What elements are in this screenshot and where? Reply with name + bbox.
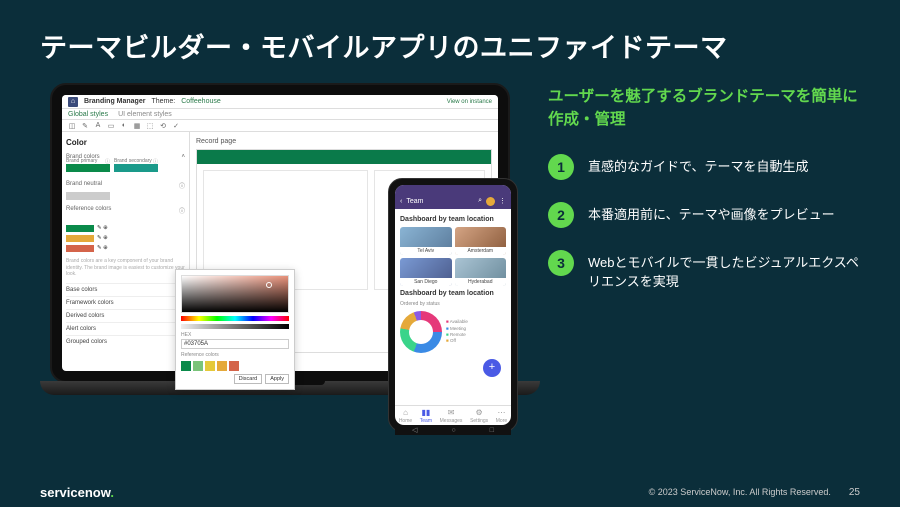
- lead-text: ユーザーを魅了するブランドテーマを簡単に作成・管理: [548, 85, 860, 132]
- servicenow-logo: servicenow.: [40, 485, 114, 500]
- menu-icon[interactable]: ⋮: [499, 197, 506, 205]
- bm-titlebar: ⌂ Branding Manager Theme: Coffeehouse Vi…: [62, 95, 498, 109]
- tool-icon[interactable]: ▦: [133, 122, 141, 130]
- avatar[interactable]: [486, 197, 495, 206]
- copyright: © 2023 ServiceNow, Inc. All Rights Reser…: [649, 487, 831, 497]
- hex-label: HEX: [181, 332, 289, 338]
- discard-button[interactable]: Discard: [234, 374, 263, 384]
- dashboard-heading-2: Dashboard by team location: [400, 290, 506, 297]
- chevron-up-icon[interactable]: ˄: [181, 154, 185, 160]
- fab-button[interactable]: +: [483, 359, 501, 377]
- palette-swatch[interactable]: [181, 361, 191, 371]
- bm-tabs: Global styles UI element styles: [62, 109, 498, 120]
- toolbar: ◫ ✎ A ▭ ◐ ▦ ⬚ ⟲ ✓: [62, 120, 498, 132]
- ref-swatch[interactable]: ✎ ⊕: [66, 243, 185, 253]
- phone-appbar: ‹ Team ⌕ ⋮: [395, 193, 511, 209]
- info-icon[interactable]: ⓘ: [179, 181, 185, 190]
- slide-title: テーマビルダー・モバイルアプリのユニファイドテーマ: [0, 0, 900, 65]
- tab-ui-element[interactable]: UI element styles: [118, 111, 172, 118]
- ref-swatch[interactable]: ✎ ⊕: [66, 223, 185, 233]
- point-text: Webとモバイルで一貫したビジュアルエクスペリエンスを実現: [588, 250, 860, 292]
- color-panel: Color Brand colors˄ Brand primaryⓘ Brand…: [62, 132, 190, 371]
- donut-chart: [400, 311, 442, 353]
- hue-slider[interactable]: [181, 316, 289, 321]
- cat-alert[interactable]: Alert colors˅: [66, 322, 185, 335]
- theme-value[interactable]: Coffeehouse: [181, 98, 221, 105]
- tool-icon[interactable]: A: [94, 122, 102, 129]
- panel-title: Color: [66, 138, 185, 147]
- point-text: 本番適用前に、テーマや画像をプレビュー: [588, 202, 835, 225]
- swatch-primary[interactable]: Brand primaryⓘ: [66, 164, 110, 175]
- preview-title: Record page: [196, 138, 492, 145]
- info-icon[interactable]: ⓘ: [179, 206, 185, 215]
- refcolors-label: Reference colors: [181, 352, 289, 358]
- location-card[interactable]: Tel Aviv: [400, 227, 452, 255]
- point-2: 2 本番適用前に、テーマや画像をプレビュー: [548, 202, 860, 228]
- nav-more[interactable]: ⋯More: [496, 408, 507, 424]
- android-recent[interactable]: □: [490, 427, 494, 434]
- ref-swatch[interactable]: ✎ ⊕: [66, 233, 185, 243]
- palette: [181, 361, 289, 371]
- cat-base[interactable]: Base colors˅: [66, 283, 185, 296]
- theme-label: Theme:: [151, 98, 175, 105]
- tool-icon[interactable]: ✎: [81, 122, 89, 130]
- ref-colors-label: Reference colors: [66, 206, 111, 215]
- point-text: 直感的なガイドで、テーマを自動生成: [588, 154, 808, 177]
- tab-global[interactable]: Global styles: [68, 111, 108, 118]
- home-icon[interactable]: ⌂: [68, 97, 78, 107]
- tool-icon[interactable]: ⬚: [146, 122, 154, 130]
- alpha-slider[interactable]: [181, 324, 289, 329]
- right-column: ユーザーを魅了するブランドテーマを簡単に作成・管理 1 直感的なガイドで、テーマを…: [548, 83, 860, 403]
- point-3: 3 Webとモバイルで一貫したビジュアルエクスペリエンスを実現: [548, 250, 860, 292]
- android-home[interactable]: ○: [451, 427, 455, 434]
- color-picker-popover: HEX #03705A Reference colors Discard App…: [175, 269, 295, 390]
- page-number: 25: [849, 487, 860, 498]
- app-name: Branding Manager: [84, 98, 145, 105]
- cat-framework[interactable]: Framework colors˅: [66, 296, 185, 309]
- neutral-label: Brand neutral: [66, 181, 102, 190]
- nav-messages[interactable]: ✉Messages: [440, 408, 463, 424]
- cat-grouped[interactable]: Grouped colors˅: [66, 335, 185, 348]
- point-number: 3: [548, 250, 574, 276]
- location-card[interactable]: San Diego: [400, 258, 452, 286]
- swatch-neutral[interactable]: [66, 192, 110, 200]
- point-number: 1: [548, 154, 574, 180]
- tool-icon[interactable]: ◫: [68, 122, 76, 130]
- tool-icon[interactable]: ▭: [107, 122, 115, 130]
- color-gradient[interactable]: [181, 275, 289, 313]
- nav-settings[interactable]: ⚙Settings: [470, 408, 488, 424]
- point-1: 1 直感的なガイドで、テーマを自動生成: [548, 154, 860, 180]
- phone-title: Team: [406, 198, 423, 205]
- chart-legend: Available Meeting Remote Off: [446, 319, 468, 344]
- tool-icon[interactable]: ⟲: [159, 122, 167, 130]
- location-card[interactable]: Hyderabad: [455, 258, 507, 286]
- panel-description: Brand colors are a key component of your…: [66, 258, 185, 278]
- palette-swatch[interactable]: [229, 361, 239, 371]
- point-number: 2: [548, 202, 574, 228]
- tool-icon[interactable]: ✓: [172, 122, 180, 130]
- nav-team[interactable]: ▮▮Team: [420, 408, 432, 424]
- bottom-nav: ⌂Home ▮▮Team ✉Messages ⚙Settings ⋯More: [395, 405, 511, 425]
- phone-mockup: ‹ Team ⌕ ⋮ Dashboard by team location Tel…: [388, 178, 518, 432]
- hex-input[interactable]: #03705A: [181, 339, 289, 349]
- location-card[interactable]: Amsterdam: [455, 227, 507, 255]
- dashboard-sub: Ordered by status: [400, 301, 506, 307]
- palette-swatch[interactable]: [193, 361, 203, 371]
- nav-home[interactable]: ⌂Home: [399, 408, 412, 424]
- dashboard-heading: Dashboard by team location: [400, 216, 506, 223]
- palette-swatch[interactable]: [205, 361, 215, 371]
- swatch-secondary[interactable]: Brand secondaryⓘ: [114, 164, 158, 175]
- back-icon[interactable]: ‹: [400, 198, 402, 205]
- search-icon[interactable]: ⌕: [478, 197, 482, 205]
- view-instance-link[interactable]: View on instance: [447, 99, 492, 105]
- apply-button[interactable]: Apply: [265, 374, 289, 384]
- tool-icon[interactable]: ◐: [120, 122, 128, 129]
- cat-derived[interactable]: Derived colors˅: [66, 309, 185, 322]
- android-back[interactable]: ◁: [412, 426, 417, 434]
- footer: servicenow. © 2023 ServiceNow, Inc. All …: [0, 477, 900, 507]
- palette-swatch[interactable]: [217, 361, 227, 371]
